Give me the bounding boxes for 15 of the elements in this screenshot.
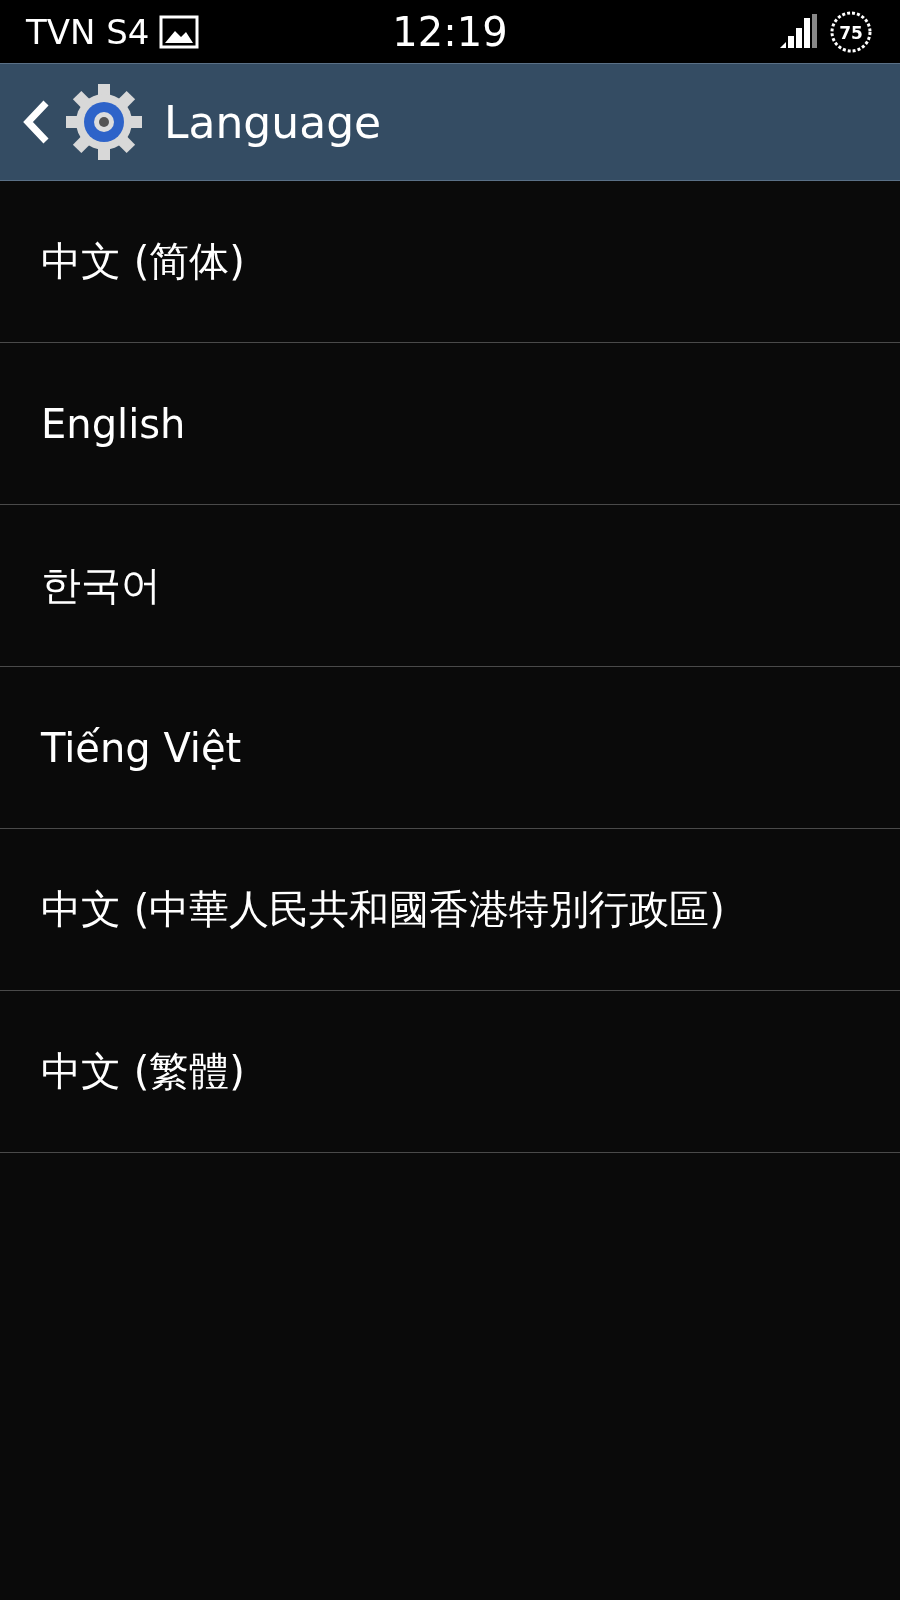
language-item[interactable]: 한국어 <box>0 505 900 667</box>
gear-icon <box>64 82 144 162</box>
language-item[interactable]: 中文 (繁體) <box>0 991 900 1153</box>
back-button[interactable] <box>22 99 50 145</box>
image-icon <box>159 14 200 49</box>
back-icon <box>22 99 50 145</box>
language-item[interactable]: Tiếng Việt <box>0 667 900 829</box>
signal-icon <box>778 13 818 50</box>
battery-level: 75 <box>839 22 863 43</box>
screen-title: Language <box>164 96 382 148</box>
language-item[interactable]: 中文 (中華人民共和國香港特別行政區) <box>0 829 900 991</box>
carrier-name: TVN S4 <box>26 11 150 52</box>
language-item[interactable]: 中文 (简体) <box>0 181 900 343</box>
language-item[interactable]: English <box>0 343 900 505</box>
clock: 12:19 <box>391 8 509 55</box>
